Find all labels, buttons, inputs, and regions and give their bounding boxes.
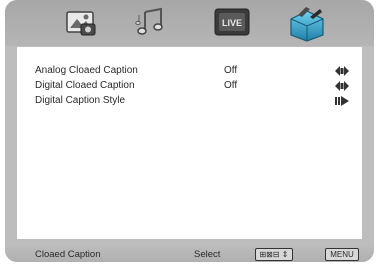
menu-item-value: Off (224, 65, 238, 76)
help-bar-title: Cloaed Caption (35, 249, 101, 260)
setup-toolbox-icon (290, 7, 324, 42)
tab-picture[interactable] (62, 4, 102, 40)
menu-item-value: Off (224, 80, 238, 91)
nav-keys-icon: ⊞⊠⊟ ⇕ (255, 248, 293, 261)
left-right-arrows-icon[interactable] (335, 66, 349, 76)
menu-item-label: Analog Cloaed Caption (35, 65, 138, 76)
live-tv-icon: LIVE (214, 8, 250, 36)
tab-setup[interactable] (284, 2, 330, 46)
settings-panel: Analog Cloaed Caption Off Digital Cloaed… (17, 47, 362, 239)
tab-bar: LIVE (5, 0, 374, 46)
tab-live[interactable]: LIVE (212, 4, 252, 40)
menu-item-label: Digital Cloaed Caption (35, 80, 135, 91)
enter-arrow-icon[interactable] (335, 96, 349, 106)
help-bar-select-label: Select (194, 249, 221, 260)
osd-menu-frame: LIVE Analog Cloaed Caption Off Digital C… (5, 0, 374, 262)
help-bar: Cloaed Caption Select ⊞⊠⊟ ⇕ MENU (5, 246, 374, 262)
music-notes-icon (135, 7, 163, 35)
menu-key-button[interactable]: MENU (325, 248, 359, 261)
picture-settings-icon (66, 11, 96, 36)
tab-music[interactable] (132, 4, 172, 40)
menu-item-label: Digital Caption Style (35, 95, 126, 106)
live-tv-icon-label: LIVE (222, 18, 242, 28)
left-right-arrows-icon[interactable] (335, 81, 349, 91)
